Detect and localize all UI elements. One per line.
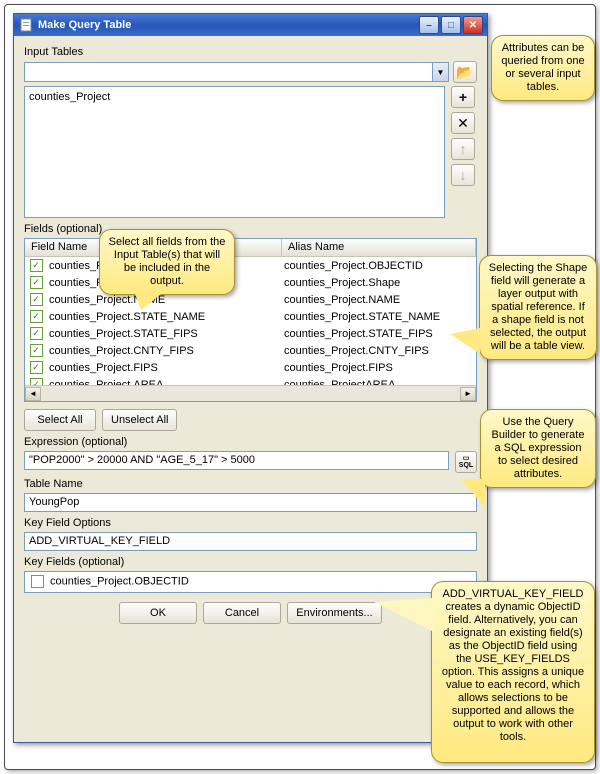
- alias-name-cell: counties_Project.OBJECTID: [282, 260, 476, 272]
- input-tables-list[interactable]: counties_Project: [24, 86, 445, 218]
- key-field-checkbox[interactable]: [31, 575, 44, 588]
- field-name-cell: counties_Project.STATE_FIPS: [47, 328, 282, 340]
- select-all-button[interactable]: Select All: [24, 409, 96, 431]
- field-name-cell: counties_Project.STATE_NAME: [47, 311, 282, 323]
- callout-shape-field: Selecting the Shape field will generate …: [479, 255, 597, 360]
- table-row[interactable]: ✓counties_Project.AREAcounties_ProjectAR…: [25, 376, 476, 385]
- row-checkbox[interactable]: ✓: [30, 259, 43, 272]
- add-button[interactable]: +: [451, 86, 475, 108]
- move-down-button[interactable]: ↓: [451, 164, 475, 186]
- alias-name-cell: counties_Project.FIPS: [282, 362, 476, 374]
- sql-label: SQL: [459, 462, 473, 469]
- key-field-options-label: Key Field Options: [24, 517, 477, 529]
- input-tables-label: Input Tables: [24, 46, 477, 58]
- select-buttons-row: Select All Unselect All: [24, 409, 477, 431]
- fields-label: Fields (optional): [24, 223, 477, 235]
- tables-area: counties_Project + ✕ ↑ ↓: [24, 86, 477, 218]
- key-fields-label: Key Fields (optional): [24, 556, 477, 568]
- unselect-all-button[interactable]: Unselect All: [102, 409, 177, 431]
- expression-row: "POP2000" > 20000 AND "AGE_5_17" > 5000 …: [24, 451, 477, 473]
- dialog-window: Make Query Table – □ ✕ Input Tables ▼ 📂 …: [13, 13, 488, 743]
- callout-key-field: ADD_VIRTUAL_KEY_FIELD creates a dynamic …: [431, 581, 595, 763]
- col-alias-name[interactable]: Alias Name: [282, 239, 476, 256]
- x-icon: ✕: [457, 115, 469, 132]
- move-up-button[interactable]: ↑: [451, 138, 475, 160]
- input-tables-combo[interactable]: ▼: [24, 62, 449, 82]
- fields-body[interactable]: ✓ counties_Project.OBJECTID counties_Proje…: [25, 257, 476, 385]
- table-name-input[interactable]: YoungPop: [24, 493, 477, 512]
- titlebar[interactable]: Make Query Table – □ ✕: [14, 14, 487, 36]
- window-title: Make Query Table: [38, 19, 417, 31]
- field-name-cell: counties_Project.CNTY_FIPS: [47, 345, 282, 357]
- table-row[interactable]: ✓ counties_Project.CNTY_FIPScounties_Proj…: [25, 342, 476, 359]
- key-field-item[interactable]: counties_Project.OBJECTID: [50, 575, 189, 587]
- fields-header: Field Name Alias Name: [25, 239, 476, 257]
- key-fields-list[interactable]: counties_Project.OBJECTID: [24, 571, 477, 593]
- row-checkbox[interactable]: ✓: [30, 310, 43, 323]
- cancel-button[interactable]: Cancel: [203, 602, 281, 624]
- scroll-left-icon[interactable]: ◄: [25, 387, 41, 401]
- input-tables-value: [25, 63, 432, 81]
- arrow-down-icon: ↓: [460, 167, 467, 183]
- arrow-up-icon: ↑: [460, 141, 467, 157]
- maximize-button[interactable]: □: [441, 16, 461, 34]
- sql-icon: ▭: [463, 455, 470, 462]
- field-name-cell: counties_Project.NAME: [47, 294, 282, 306]
- table-row[interactable]: ✓ counties_Project.STATE_FIPScounties_Pro…: [25, 325, 476, 342]
- tables-side-buttons: + ✕ ↑ ↓: [451, 86, 477, 218]
- page-frame: Make Query Table – □ ✕ Input Tables ▼ 📂 …: [4, 4, 596, 770]
- row-checkbox[interactable]: ✓: [30, 361, 43, 374]
- table-row[interactable]: ✓ counties_Project.FIPScounties_Project.F…: [25, 359, 476, 376]
- environments-button[interactable]: Environments...: [287, 602, 382, 624]
- browse-button[interactable]: 📂: [453, 61, 477, 83]
- minimize-button[interactable]: –: [419, 16, 439, 34]
- callout-query-builder: Use the Query Builder to generate a SQL …: [480, 409, 596, 488]
- table-name-label: Table Name: [24, 478, 477, 490]
- row-checkbox[interactable]: ✓: [30, 276, 43, 289]
- app-icon: [18, 17, 34, 33]
- callout-input-tables: Attributes can be queried from one or se…: [491, 35, 595, 101]
- table-row[interactable]: ✓counties_Project.Shapecounties_Project.…: [25, 274, 476, 291]
- alias-name-cell: counties_Project.CNTY_FIPS: [282, 345, 476, 357]
- expression-label: Expression (optional): [24, 436, 477, 448]
- table-row[interactable]: ✓ counties_Project.STATE_NAMEcounties_Pro…: [25, 308, 476, 325]
- callout-fields: Select all fields from the Input Table(s…: [99, 229, 235, 295]
- list-item[interactable]: counties_Project: [29, 91, 440, 103]
- table-row[interactable]: ✓counties_Project.OBJECTIDcounties_Proje…: [25, 257, 476, 274]
- expression-input[interactable]: "POP2000" > 20000 AND "AGE_5_17" > 5000: [24, 451, 449, 470]
- table-row[interactable]: ✓ counties_Project.NAMEcounties_Project.N…: [25, 291, 476, 308]
- scroll-right-icon[interactable]: ►: [460, 387, 476, 401]
- folder-open-icon: 📂: [456, 64, 473, 81]
- ok-button[interactable]: OK: [119, 602, 197, 624]
- dialog-content: Input Tables ▼ 📂 counties_Project + ✕ ↑: [14, 36, 487, 742]
- row-checkbox[interactable]: ✓: [30, 344, 43, 357]
- close-button[interactable]: ✕: [463, 16, 483, 34]
- alias-name-cell: counties_Project.STATE_FIPS: [282, 328, 476, 340]
- plus-icon: +: [459, 89, 467, 105]
- sql-builder-button[interactable]: ▭ SQL: [455, 451, 477, 473]
- h-scrollbar[interactable]: ◄ ►: [25, 385, 476, 401]
- chevron-down-icon[interactable]: ▼: [432, 63, 448, 81]
- input-tables-row: ▼ 📂: [24, 61, 477, 83]
- alias-name-cell: counties_Project.STATE_NAME: [282, 311, 476, 323]
- key-field-options-input[interactable]: ADD_VIRTUAL_KEY_FIELD: [24, 532, 477, 551]
- row-checkbox[interactable]: ✓: [30, 378, 43, 385]
- row-checkbox[interactable]: ✓: [30, 293, 43, 306]
- alias-name-cell: counties_Project.NAME: [282, 294, 476, 306]
- remove-button[interactable]: ✕: [451, 112, 475, 134]
- field-name-cell: counties_Project.FIPS: [47, 362, 282, 374]
- fields-table: Field Name Alias Name ✓counties_Project.…: [24, 238, 477, 402]
- alias-name-cell: counties_Project.Shape: [282, 277, 476, 289]
- row-checkbox[interactable]: ✓: [30, 327, 43, 340]
